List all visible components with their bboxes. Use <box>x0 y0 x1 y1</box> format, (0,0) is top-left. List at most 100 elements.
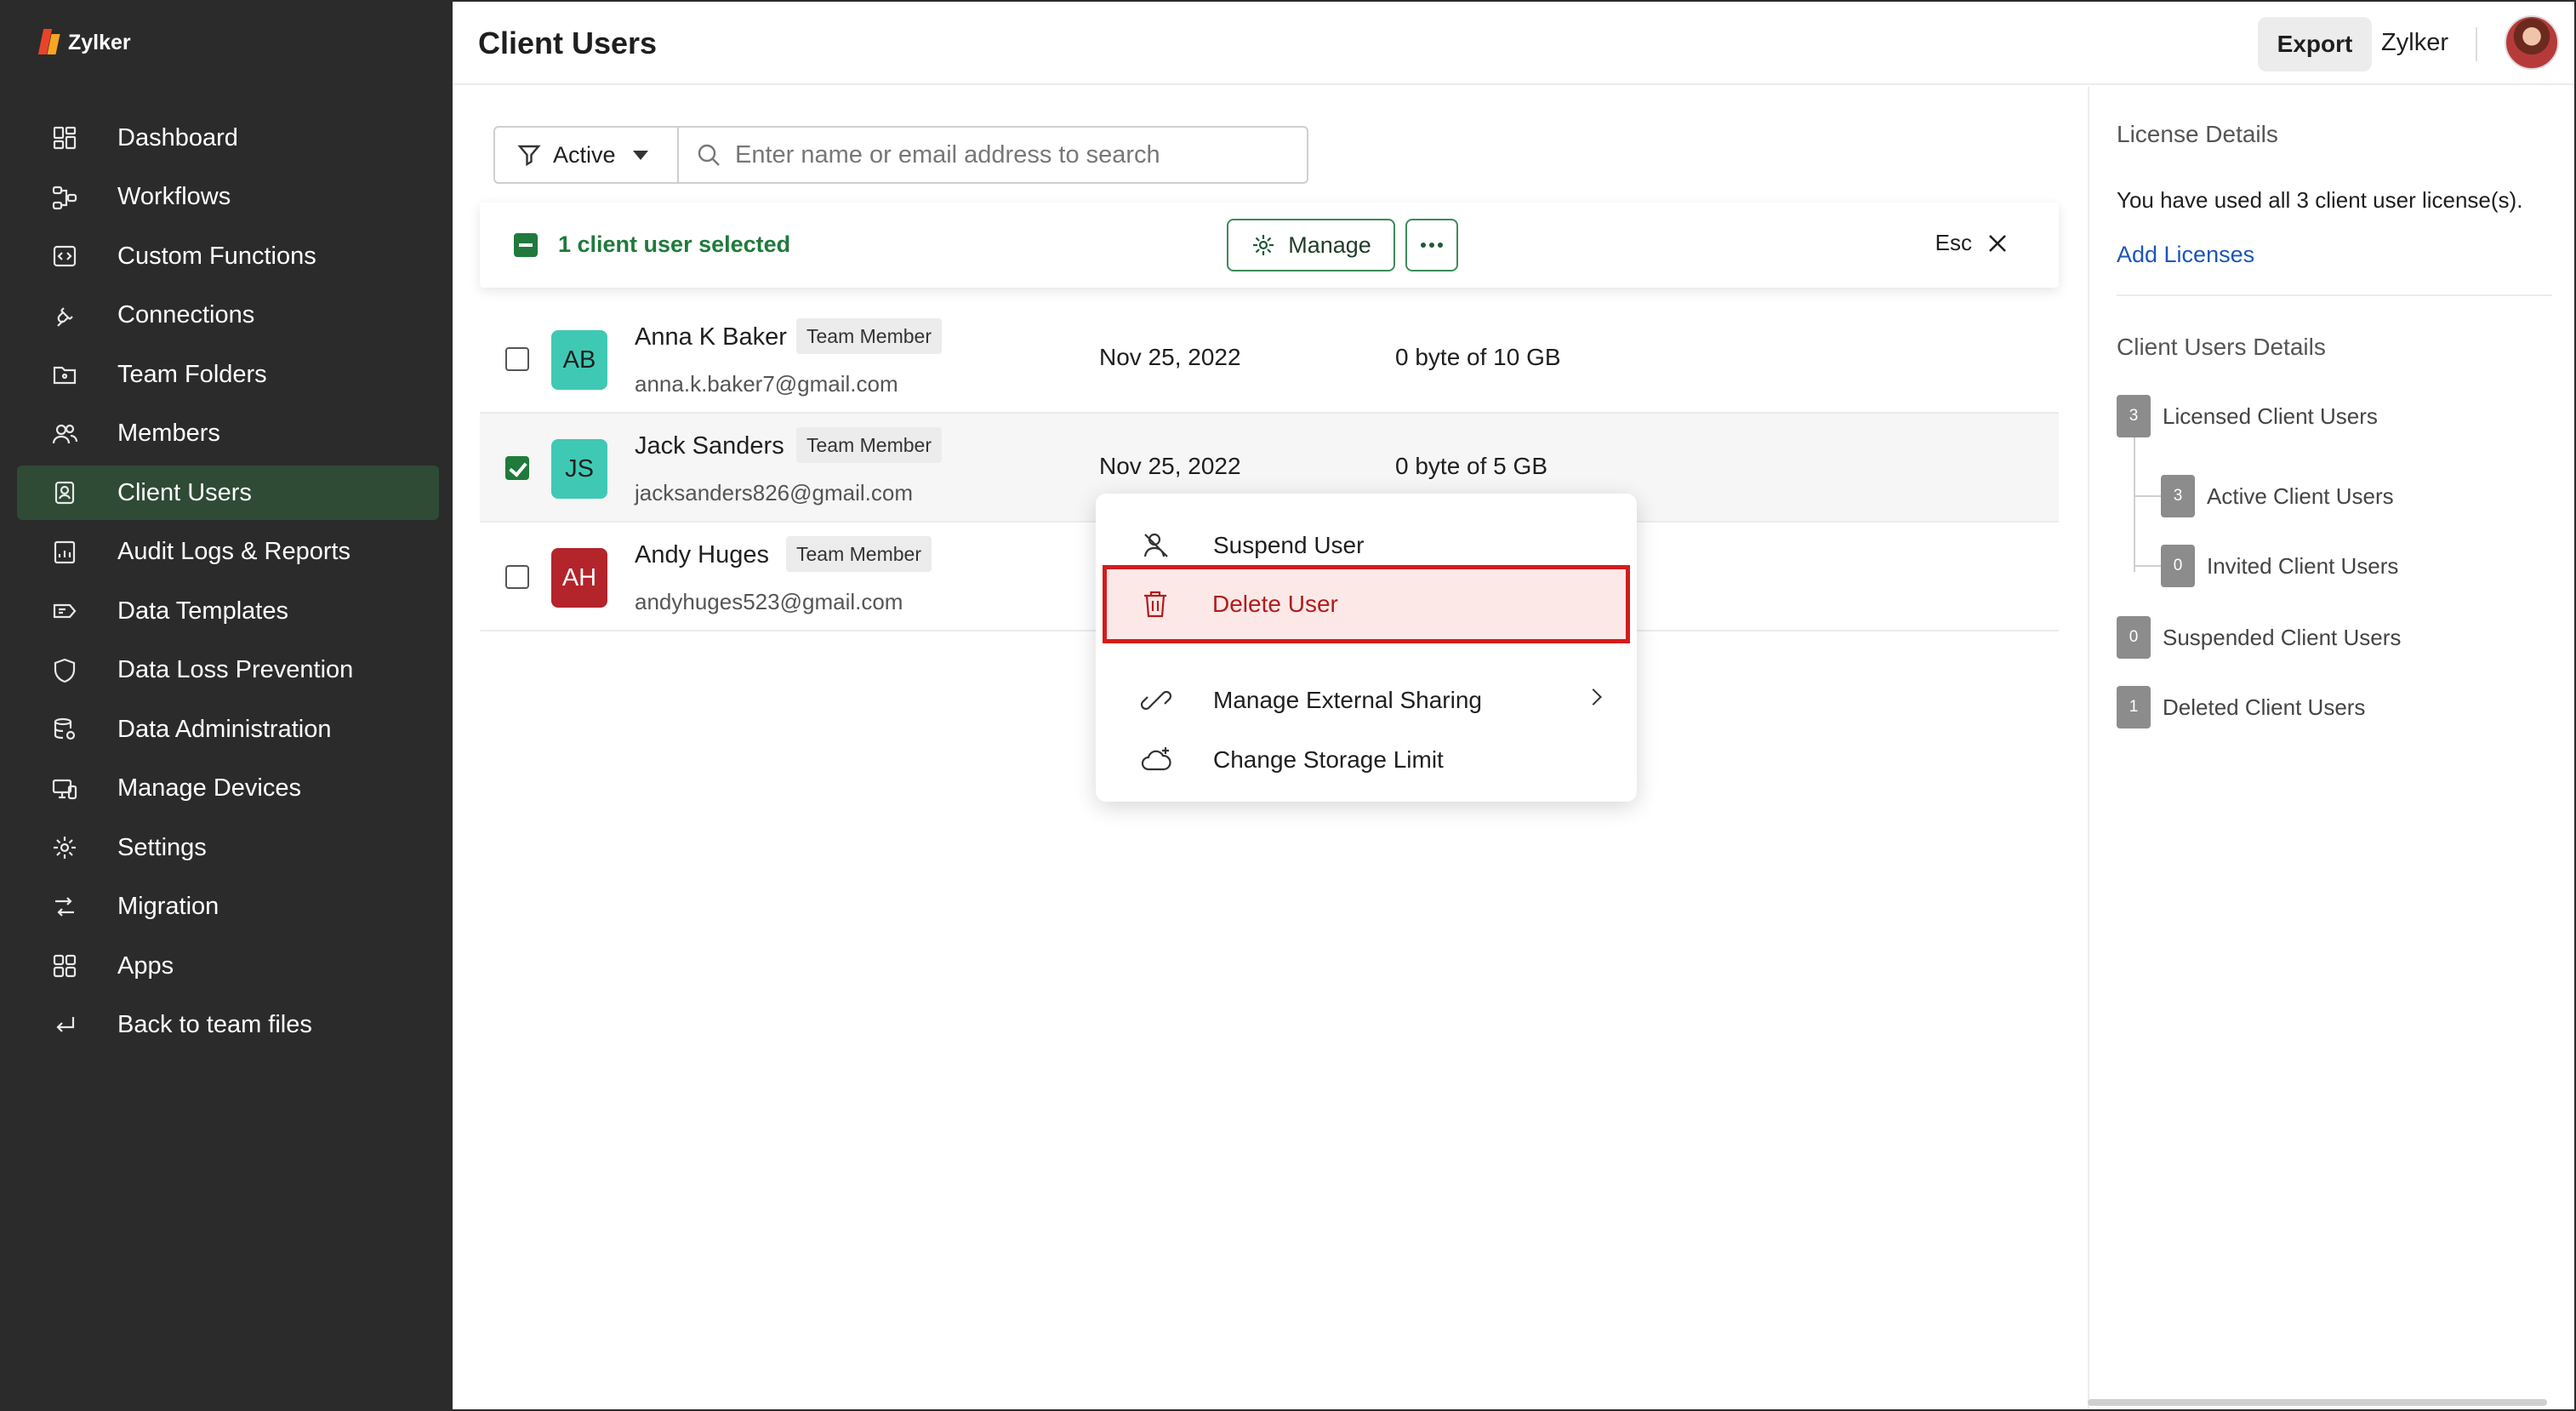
sidebar-item-apps[interactable]: Apps <box>17 939 439 993</box>
gear-icon <box>1253 235 1274 255</box>
stat-count: 3 <box>2161 475 2195 517</box>
sidebar-item-team-folders[interactable]: Team Folders <box>17 347 439 402</box>
sidebar-item-label: Members <box>117 420 220 447</box>
user-name: Andy Huges <box>635 541 769 568</box>
sidebar-item-dashboard[interactable]: Dashboard <box>17 111 439 165</box>
sidebar-item-label: Data Templates <box>117 597 288 625</box>
export-button[interactable]: Export <box>2258 17 2372 71</box>
stat-label: Deleted Client Users <box>2163 694 2366 720</box>
search-input[interactable] <box>735 140 1262 169</box>
sidebar-item-custom-functions[interactable]: Custom Functions <box>17 229 439 283</box>
panel-divider <box>2117 294 2552 296</box>
sidebar-item-label: Dashboard <box>117 123 238 151</box>
close-icon <box>1989 234 2006 252</box>
database-icon <box>49 714 80 745</box>
menu-item-delete-user[interactable]: Delete User <box>1103 565 1630 643</box>
details-panel: License Details You have used all 3 clie… <box>2088 87 2574 1409</box>
sidebar-item-data-administration[interactable]: Data Administration <box>17 702 439 757</box>
user-name: Jack Sanders <box>635 432 784 460</box>
table-row[interactable]: AB Anna K Baker Team Member anna.k.baker… <box>480 305 2059 414</box>
org-switcher[interactable]: Zylker <box>2381 29 2448 57</box>
shield-icon <box>49 655 80 686</box>
search-icon <box>698 144 720 166</box>
menu-item-label: Delete User <box>1212 591 1338 617</box>
sidebar-nav: Dashboard Workflows Custom Functions Con… <box>17 111 439 1057</box>
gear-icon <box>49 832 80 863</box>
header-divider <box>2476 27 2477 61</box>
sidebar-item-client-users[interactable]: Client Users <box>17 466 439 520</box>
sidebar-item-data-templates[interactable]: Data Templates <box>17 584 439 638</box>
user-storage: 0 byte of 5 GB <box>1395 453 1547 479</box>
status-filter-value: Active <box>553 141 616 168</box>
devices-icon <box>49 774 80 804</box>
sidebar-item-connections[interactable]: Connections <box>17 288 439 343</box>
row-checkbox[interactable] <box>505 565 529 589</box>
brand[interactable]: Zylker <box>41 29 131 56</box>
code-icon <box>49 241 80 271</box>
workflow-icon <box>49 182 80 213</box>
role-badge: Team Member <box>786 536 932 572</box>
license-usage-text: You have used all 3 client user license(… <box>2117 187 2523 213</box>
report-icon <box>49 537 80 568</box>
row-checkbox[interactable] <box>505 347 529 371</box>
folder-icon <box>49 359 80 390</box>
sidebar-item-members[interactable]: Members <box>17 407 439 461</box>
trash-icon <box>1144 591 1166 618</box>
sidebar-item-settings[interactable]: Settings <box>17 820 439 875</box>
clear-selection-button[interactable]: Esc <box>1935 230 2009 256</box>
migration-icon <box>49 892 80 923</box>
user-avatar[interactable] <box>2505 15 2559 70</box>
users-icon <box>49 419 80 449</box>
sidebar-item-audit-logs[interactable]: Audit Logs & Reports <box>17 525 439 580</box>
esc-label: Esc <box>1935 230 1972 255</box>
row-checkbox[interactable] <box>505 456 529 480</box>
sidebar-item-data-loss-prevention[interactable]: Data Loss Prevention <box>17 643 439 698</box>
sidebar-item-label: Team Folders <box>117 360 267 388</box>
user-initials-avatar: AH <box>551 548 607 608</box>
role-badge: Team Member <box>796 318 942 354</box>
more-dot <box>1421 243 1426 248</box>
user-name: Anna K Baker <box>635 323 787 351</box>
role-badge: Team Member <box>796 427 942 463</box>
sidebar-item-manage-devices[interactable]: Manage Devices <box>17 762 439 816</box>
add-licenses-link[interactable]: Add Licenses <box>2117 242 2254 268</box>
sidebar-item-label: Apps <box>117 951 174 980</box>
chevron-right-icon <box>1585 688 1602 706</box>
stat-active-client-users[interactable]: 3 Active Client Users <box>2161 475 2394 517</box>
menu-item-label: Manage External Sharing <box>1213 687 1482 713</box>
selection-toolbar: 1 client user selected Manage Esc <box>480 203 2059 288</box>
stat-suspended-client-users[interactable]: 0 Suspended Client Users <box>2117 616 2401 659</box>
dashboard-icon <box>49 123 80 153</box>
sidebar-item-migration[interactable]: Migration <box>17 880 439 934</box>
menu-item-change-storage-limit[interactable]: Change Storage Limit <box>1103 730 1630 790</box>
stat-label: Invited Client Users <box>2207 552 2399 579</box>
stat-deleted-client-users[interactable]: 1 Deleted Client Users <box>2117 686 2365 728</box>
stat-count: 0 <box>2161 545 2195 587</box>
horizontal-scrollbar[interactable] <box>2088 1399 2547 1406</box>
selection-count: 1 client user selected <box>558 231 791 257</box>
stat-invited-client-users[interactable]: 0 Invited Client Users <box>2161 545 2398 587</box>
user-email: anna.k.baker7@gmail.com <box>635 371 898 397</box>
manage-button-label: Manage <box>1288 231 1371 258</box>
user-date: Nov 25, 2022 <box>1099 453 1241 479</box>
stat-count: 0 <box>2117 616 2151 659</box>
manage-context-menu: Suspend User Delete User Manage External… <box>1096 494 1637 802</box>
filter-search-bar: Active <box>493 126 1308 184</box>
apps-icon <box>49 951 80 981</box>
sidebar-item-label: Back to team files <box>117 1011 312 1038</box>
sidebar-item-label: Settings <box>117 833 207 861</box>
brand-name: Zylker <box>68 30 131 54</box>
user-storage: 0 byte of 10 GB <box>1395 344 1561 370</box>
status-filter-dropdown[interactable]: Active <box>495 128 679 182</box>
sidebar-item-back-to-team-files[interactable]: Back to team files <box>17 998 439 1053</box>
sidebar-item-label: Client Users <box>117 478 252 506</box>
user-email: andyhuges523@gmail.com <box>635 589 903 614</box>
menu-item-manage-external-sharing[interactable]: Manage External Sharing <box>1103 671 1630 730</box>
more-options-button[interactable] <box>1405 219 1458 271</box>
sidebar-item-workflows[interactable]: Workflows <box>17 170 439 225</box>
share-link-icon <box>1140 690 1172 711</box>
select-all-checkbox[interactable] <box>514 233 538 257</box>
sidebar-item-label: Audit Logs & Reports <box>117 538 351 565</box>
stat-label: Licensed Client Users <box>2163 403 2378 429</box>
manage-button[interactable]: Manage <box>1227 219 1395 271</box>
